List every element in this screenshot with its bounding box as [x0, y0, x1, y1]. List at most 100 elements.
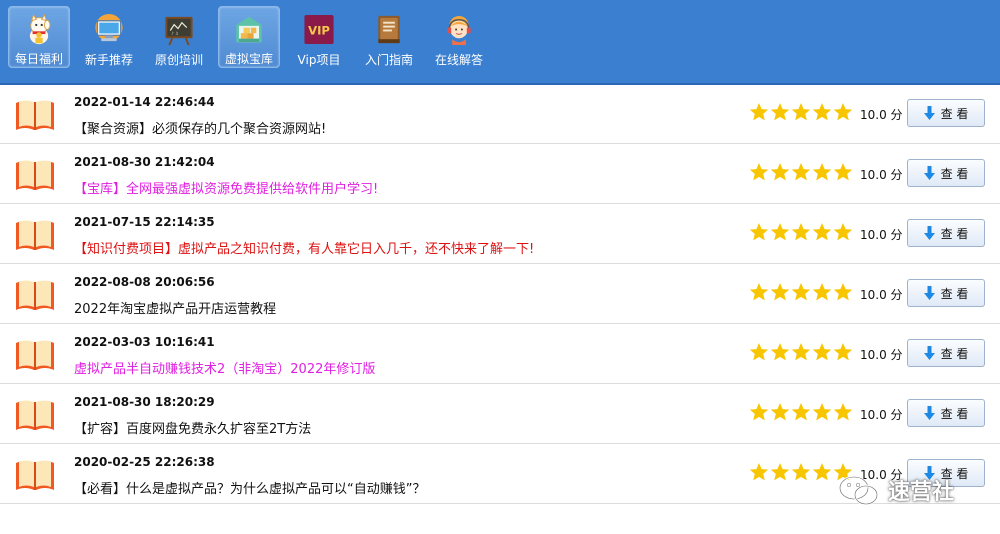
- rating-score: 10.0 分: [860, 408, 903, 422]
- nav-item-online-answers[interactable]: 在线解答: [428, 6, 490, 68]
- nav-item-daily-welfare[interactable]: 每日福利: [8, 6, 70, 68]
- post-title[interactable]: 【扩容】百度网盘免费永久扩容至2T方法: [74, 418, 311, 437]
- open-book-icon: [16, 160, 54, 190]
- chalkboard-icon: ♪ ♫: [165, 16, 193, 46]
- view-button[interactable]: 查 看: [907, 159, 985, 187]
- watermark-text: 速营社: [888, 480, 955, 505]
- arrow-down-icon: [923, 286, 935, 300]
- list-item: 2022-01-14 22:46:44 【聚合资源】必须保存的几个聚合资源网站! 1…: [0, 84, 1000, 144]
- open-book-icon: [16, 220, 54, 250]
- star-icon: [812, 283, 832, 301]
- view-button[interactable]: 查 看: [907, 279, 985, 307]
- view-button[interactable]: 查 看: [907, 219, 985, 247]
- view-button[interactable]: 查 看: [907, 339, 985, 367]
- open-book-icon: [16, 280, 54, 310]
- list-item: 2022-03-03 10:16:41 虚拟产品半自动赚钱技术2（非淘宝）2022…: [0, 324, 1000, 384]
- list-item: 2022-08-08 20:06:56 2022年淘宝虚拟产品开店运营教程 10.0…: [0, 264, 1000, 324]
- star-icon: [770, 163, 790, 181]
- svg-text:♪ ♫: ♪ ♫: [171, 30, 178, 35]
- star-icon: [791, 103, 811, 121]
- star-icon: [833, 223, 853, 241]
- vip-icon: VIP: [304, 14, 334, 45]
- star-icon: [791, 463, 811, 481]
- star-icon: [812, 223, 832, 241]
- arrow-down-icon: [923, 406, 935, 420]
- star-icon: [812, 103, 832, 121]
- nav-item-getting-started[interactable]: 入门指南: [358, 6, 420, 68]
- star-icon: [791, 223, 811, 241]
- post-title[interactable]: 【知识付费项目】虚拟产品之知识付费，有人靠它日入几千，还不快来了解一下!: [74, 238, 534, 257]
- post-title[interactable]: 【聚合资源】必须保存的几个聚合资源网站!: [74, 118, 326, 137]
- view-button-label: 查 看: [940, 226, 969, 241]
- nav-label: 入门指南: [364, 53, 413, 67]
- warehouse-icon: [236, 16, 262, 43]
- open-book-icon: [16, 460, 54, 490]
- list-item: 2021-08-30 21:42:04 【宝库】全网最强虚拟资源免费提供给软件用户…: [0, 144, 1000, 204]
- rating-stars: [749, 342, 853, 362]
- nav-label: 虚拟宝库: [224, 52, 273, 66]
- nav-item-vip-projects[interactable]: VIP Vip项目: [288, 6, 350, 68]
- support-agent-icon: [447, 15, 471, 46]
- star-icon: [833, 103, 853, 121]
- post-title[interactable]: 【必看】什么是虚拟产品？为什么虚拟产品可以“自动赚钱”？: [74, 478, 425, 497]
- post-date: 2021-08-30 18:20:29: [74, 395, 215, 409]
- nav-label: 每日福利: [14, 52, 63, 66]
- star-icon: [770, 343, 790, 361]
- star-icon: [833, 343, 853, 361]
- view-button[interactable]: 查 看: [907, 99, 985, 127]
- nav-menu: 每日福利 新手推荐 ♪ ♫ 原创培训 虚拟宝库 VIP Vip项目 入门指南 在…: [8, 6, 490, 68]
- rating-stars: [749, 222, 853, 242]
- rating-score: 10.0 分: [860, 348, 903, 362]
- view-button-label: 查 看: [940, 406, 969, 421]
- star-icon: [749, 283, 769, 301]
- star-icon: [791, 343, 811, 361]
- wechat-icon: [838, 475, 879, 506]
- open-book-icon: [16, 100, 54, 130]
- nav-item-virtual-treasury[interactable]: 虚拟宝库: [218, 6, 280, 68]
- monitor-icon: [95, 13, 123, 42]
- star-icon: [749, 463, 769, 481]
- post-title[interactable]: 【宝库】全网最强虚拟资源免费提供给软件用户学习!: [74, 178, 378, 197]
- star-icon: [749, 343, 769, 361]
- star-icon: [812, 403, 832, 421]
- rating-stars: [749, 402, 853, 422]
- watermark: 速营社: [836, 474, 954, 506]
- post-date: 2022-01-14 22:46:44: [74, 95, 215, 109]
- lucky-cat-icon: [29, 14, 51, 45]
- post-date: 2020-02-25 22:26:38: [74, 455, 215, 469]
- star-icon: [791, 403, 811, 421]
- post-date: 2022-03-03 10:16:41: [74, 335, 215, 349]
- nav-item-beginner-picks[interactable]: 新手推荐: [78, 6, 140, 68]
- list-item: 2021-07-15 22:14:35 【知识付费项目】虚拟产品之知识付费，有人靠…: [0, 204, 1000, 264]
- rating-score: 10.0 分: [860, 168, 903, 182]
- post-date: 2022-08-08 20:06:56: [74, 275, 215, 289]
- star-icon: [812, 343, 832, 361]
- view-button[interactable]: 查 看: [907, 399, 985, 427]
- rating-score: 10.0 分: [860, 288, 903, 302]
- arrow-down-icon: [923, 166, 935, 180]
- star-icon: [833, 283, 853, 301]
- star-icon: [833, 403, 853, 421]
- nav-label: 在线解答: [434, 53, 483, 67]
- star-icon: [833, 163, 853, 181]
- vip-badge-text: VIP: [308, 23, 330, 37]
- star-icon: [770, 103, 790, 121]
- rating-score: 10.0 分: [860, 228, 903, 242]
- arrow-down-icon: [923, 106, 935, 120]
- nav-label: 新手推荐: [84, 53, 133, 67]
- post-title[interactable]: 2022年淘宝虚拟产品开店运营教程: [74, 298, 276, 317]
- book-icon: [378, 15, 400, 44]
- view-button-label: 查 看: [940, 286, 969, 301]
- view-button-label: 查 看: [940, 346, 969, 361]
- star-icon: [749, 163, 769, 181]
- rating-stars: [749, 102, 853, 122]
- star-icon: [812, 463, 832, 481]
- arrow-down-icon: [923, 346, 935, 360]
- post-title[interactable]: 虚拟产品半自动赚钱技术2（非淘宝）2022年修订版: [74, 358, 375, 377]
- nav-item-original-training[interactable]: ♪ ♫ 原创培训: [148, 6, 210, 68]
- arrow-down-icon: [923, 226, 935, 240]
- open-book-icon: [16, 400, 54, 430]
- rating-stars: [749, 282, 853, 302]
- top-nav-bar: 每日福利 新手推荐 ♪ ♫ 原创培训 虚拟宝库 VIP Vip项目 入门指南 在…: [0, 0, 1000, 85]
- star-icon: [749, 223, 769, 241]
